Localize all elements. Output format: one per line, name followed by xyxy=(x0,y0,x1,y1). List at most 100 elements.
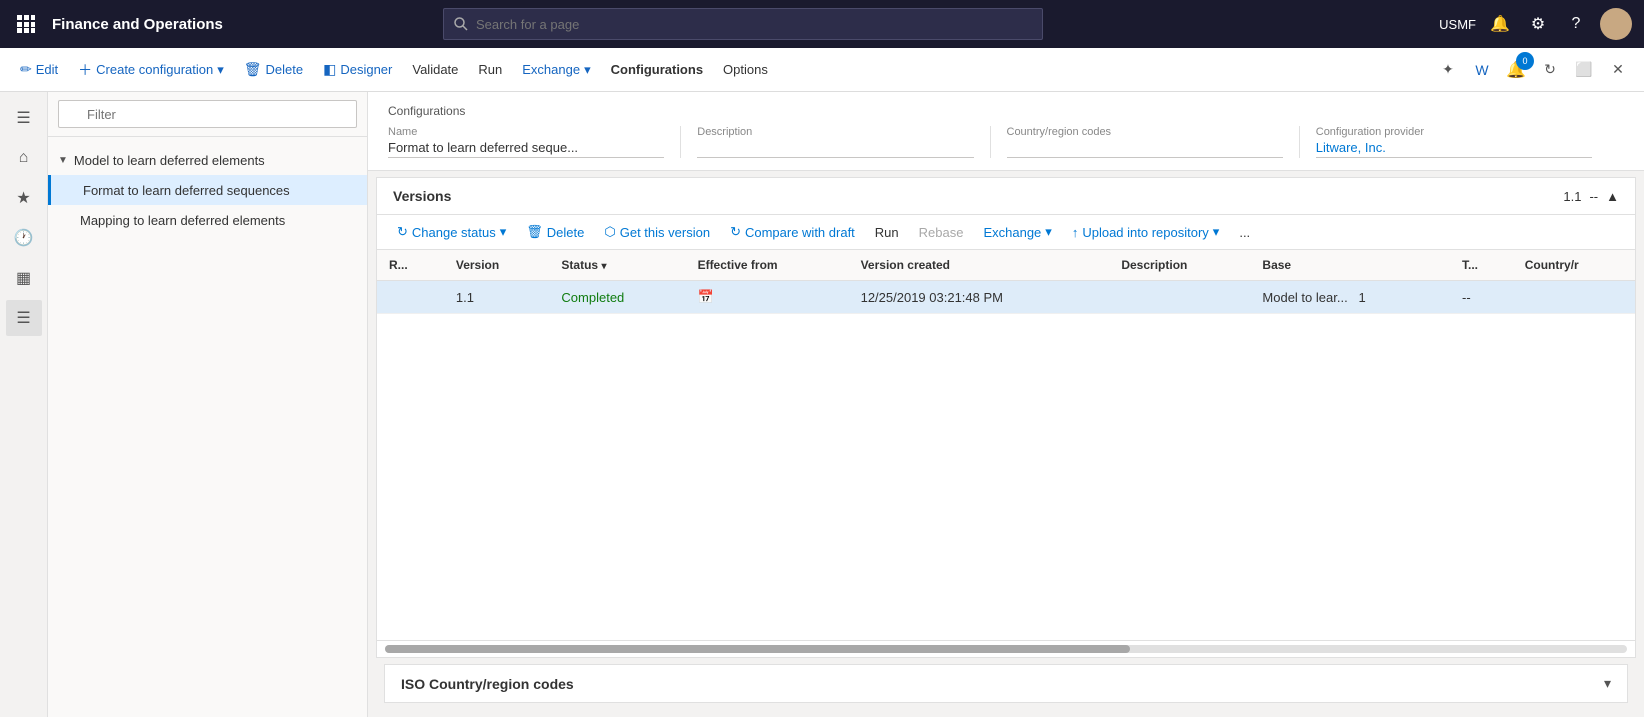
filter-input[interactable] xyxy=(58,100,357,128)
plus-icon: ＋ xyxy=(78,60,92,80)
name-label: Name xyxy=(388,126,664,138)
collapse-arrow-icon: ▼ xyxy=(58,155,68,166)
versions-header: Versions 1.1 -- ▲ xyxy=(377,178,1635,215)
col-description: Description xyxy=(1109,250,1250,281)
versions-trash-icon: 🗑 xyxy=(526,224,543,240)
versions-data-table: R... Version Status ▾ Effective from Ver… xyxy=(377,250,1635,314)
provider-label: Configuration provider xyxy=(1316,126,1592,138)
tree-child1-label: Format to learn deferred sequences xyxy=(83,183,290,198)
close-icon[interactable]: ✕ xyxy=(1604,56,1632,84)
change-status-button[interactable]: ↻ Change status ▾ xyxy=(389,221,514,243)
config-header: Configurations Name Format to learn defe… xyxy=(368,92,1644,171)
configurations-button[interactable]: Configurations xyxy=(603,58,711,81)
calendar-icon[interactable]: 📅 xyxy=(698,289,714,304)
edit-icon: ✏ xyxy=(20,61,32,78)
content-area: Configurations Name Format to learn defe… xyxy=(368,92,1644,717)
validate-button[interactable]: Validate xyxy=(404,58,466,81)
tree-child-item-2[interactable]: Mapping to learn deferred elements xyxy=(48,205,367,235)
col-status: Status ▾ xyxy=(549,250,685,281)
tree-child-item-1[interactable]: Format to learn deferred sequences xyxy=(48,175,367,205)
versions-exchange-button[interactable]: Exchange ▾ xyxy=(975,221,1059,243)
col-t: T... xyxy=(1450,250,1513,281)
collapse-icon[interactable]: ▲ xyxy=(1606,189,1619,204)
cell-description xyxy=(1109,281,1250,314)
badge-count: 0 xyxy=(1516,52,1534,70)
options-button[interactable]: Options xyxy=(715,58,776,81)
more-button[interactable]: ... xyxy=(1231,222,1258,243)
config-name-field: Name Format to learn deferred seque... xyxy=(388,126,681,158)
versions-toolbar: ↻ Change status ▾ 🗑 Delete ⬡ Get this ve… xyxy=(377,215,1635,250)
user-label: USMF xyxy=(1439,17,1476,32)
search-bar[interactable] xyxy=(443,8,1043,40)
cell-base: Model to lear... 1 xyxy=(1250,281,1450,314)
base-link[interactable]: Model to lear... xyxy=(1262,290,1347,305)
icon-sidebar: ☰ ⌂ ★ 🕐 ▦ ☰ xyxy=(0,92,48,717)
avatar[interactable] xyxy=(1600,8,1632,40)
table-row[interactable]: 1.1 Completed 📅 12/25/2019 03:21:48 PM M… xyxy=(377,281,1635,314)
versions-table: R... Version Status ▾ Effective from Ver… xyxy=(377,250,1635,640)
base-version-link[interactable]: 1 xyxy=(1359,290,1366,305)
search-input[interactable] xyxy=(476,17,1032,32)
workspace-icon[interactable]: ▦ xyxy=(6,260,42,296)
settings-icon[interactable]: ⚙ xyxy=(1524,10,1552,38)
exchange-button[interactable]: Exchange ▾ xyxy=(514,58,598,82)
versions-delete-button[interactable]: 🗑 Delete xyxy=(518,221,592,243)
designer-button[interactable]: ◧ Designer xyxy=(315,57,400,82)
change-status-icon: ↻ xyxy=(397,224,408,240)
cell-version-created: 12/25/2019 03:21:48 PM xyxy=(849,281,1110,314)
office-icon[interactable]: W xyxy=(1468,56,1496,84)
star-icon[interactable]: ★ xyxy=(6,180,42,216)
recent-icon[interactable]: 🕐 xyxy=(6,220,42,256)
tree-parent-item[interactable]: ▼ Model to learn deferred elements xyxy=(48,145,367,175)
horizontal-scrollbar[interactable] xyxy=(377,640,1635,657)
iso-section: ISO Country/region codes ▾ xyxy=(384,664,1628,703)
get-this-version-button[interactable]: ⬡ Get this version xyxy=(596,221,718,243)
hamburger-icon[interactable]: ☰ xyxy=(6,100,42,136)
chevron-down-icon: ▾ xyxy=(217,62,224,78)
scroll-thumb xyxy=(385,645,1130,653)
edit-button[interactable]: ✏ Edit xyxy=(12,57,66,82)
upload-repository-button[interactable]: ↑ Upload into repository ▾ xyxy=(1064,221,1228,243)
tree-sidebar: 🔍 ▼ Model to learn deferred elements For… xyxy=(48,92,368,717)
name-value: Format to learn deferred seque... xyxy=(388,140,664,158)
delete-button[interactable]: 🗑 Delete xyxy=(236,57,311,82)
cell-effective-from: 📅 xyxy=(686,281,849,314)
versions-section: Versions 1.1 -- ▲ ↻ Change status ▾ 🗑 xyxy=(376,177,1636,658)
upload-chevron-icon: ▾ xyxy=(1213,224,1220,240)
exchange-chevron-icon: ▾ xyxy=(1045,224,1052,240)
main-layout: ☰ ⌂ ★ 🕐 ▦ ☰ 🔍 ▼ Model to learn deferred … xyxy=(0,92,1644,717)
status-filter-icon[interactable]: ▾ xyxy=(601,261,606,272)
tree-parent-label: Model to learn deferred elements xyxy=(74,153,265,168)
grid-menu-icon[interactable] xyxy=(12,10,40,38)
versions-title: Versions xyxy=(393,188,451,204)
notification-icon[interactable]: 🔔 xyxy=(1486,10,1514,38)
compare-with-draft-button[interactable]: ↻ Compare with draft xyxy=(722,221,863,243)
chevron-down-icon: ▾ xyxy=(584,62,591,78)
notification-badge[interactable]: 🔔 0 xyxy=(1502,56,1530,84)
config-fields: Name Format to learn deferred seque... D… xyxy=(388,126,1624,158)
list-icon[interactable]: ☰ xyxy=(6,300,42,336)
bookmark-icon[interactable]: ✦ xyxy=(1434,56,1462,84)
filter-wrap: 🔍 xyxy=(58,100,357,128)
provider-value[interactable]: Litware, Inc. xyxy=(1316,140,1592,158)
refresh-icon[interactable]: ↻ xyxy=(1536,56,1564,84)
table-header-row: R... Version Status ▾ Effective from Ver… xyxy=(377,250,1635,281)
tree-content: ▼ Model to learn deferred elements Forma… xyxy=(48,137,367,717)
get-version-icon: ⬡ xyxy=(604,224,615,240)
scroll-track xyxy=(385,645,1627,653)
description-label: Description xyxy=(697,126,973,138)
country-label: Country/region codes xyxy=(1007,126,1283,138)
run-button[interactable]: Run xyxy=(470,58,510,81)
versions-run-button[interactable]: Run xyxy=(867,222,907,243)
home-icon[interactable]: ⌂ xyxy=(6,140,42,176)
iso-collapse-icon[interactable]: ▾ xyxy=(1604,675,1611,692)
config-provider-field: Configuration provider Litware, Inc. xyxy=(1316,126,1608,158)
cell-status: Completed xyxy=(549,281,685,314)
help-icon[interactable]: ? xyxy=(1562,10,1590,38)
maximize-icon[interactable]: ⬜ xyxy=(1570,56,1598,84)
sections-wrapper: Versions 1.1 -- ▲ ↻ Change status ▾ 🗑 xyxy=(368,171,1644,717)
create-configuration-button[interactable]: ＋ Create configuration ▾ xyxy=(70,56,232,84)
config-section-title: Configurations xyxy=(388,104,1624,118)
top-nav-right: USMF 🔔 ⚙ ? xyxy=(1439,8,1632,40)
country-value xyxy=(1007,140,1283,158)
